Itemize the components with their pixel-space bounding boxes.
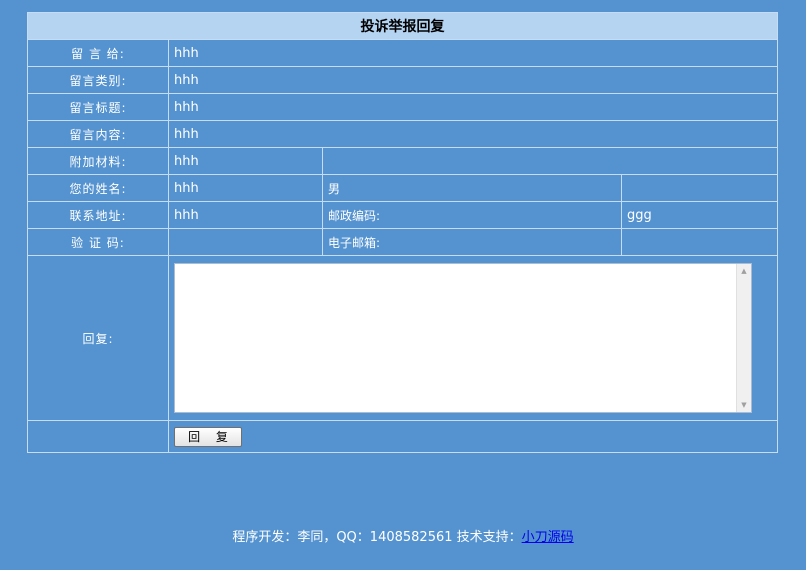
recipient-label: 留 言 给: bbox=[27, 39, 169, 67]
complaint-reply-form: 投诉举报回复 留 言 给: hhh 留言类别: hhh 留言标题: hhh 留言… bbox=[27, 12, 778, 453]
recipient-value: hhh bbox=[168, 39, 778, 67]
subject-value: hhh bbox=[168, 93, 778, 121]
email-label: 电子邮箱: bbox=[322, 228, 622, 256]
reply-submit-button[interactable]: 回 复 bbox=[174, 426, 242, 447]
reply-textarea-frame: ▲ ▼ bbox=[174, 263, 752, 413]
reply-input-cell: ▲ ▼ bbox=[168, 255, 778, 421]
scroll-up-arrow-icon[interactable]: ▲ bbox=[737, 264, 751, 278]
gender-value: 男 bbox=[322, 174, 622, 202]
button-row-spacer bbox=[27, 420, 169, 453]
content-label: 留言内容: bbox=[27, 120, 169, 148]
content-value: hhh bbox=[168, 120, 778, 148]
category-label: 留言类别: bbox=[27, 66, 169, 94]
reply-scrollbar[interactable]: ▲ ▼ bbox=[736, 264, 751, 412]
address-label: 联系地址: bbox=[27, 201, 169, 229]
captcha-label: 验 证 码: bbox=[27, 228, 169, 256]
scroll-down-arrow-icon[interactable]: ▼ bbox=[737, 398, 751, 412]
address-value: hhh bbox=[168, 201, 323, 229]
attachment-label: 附加材料: bbox=[27, 147, 169, 175]
form-title: 投诉举报回复 bbox=[27, 12, 778, 40]
name-extra-cell bbox=[621, 174, 778, 202]
support-link[interactable]: 小刀源码 bbox=[522, 530, 574, 545]
name-label: 您的姓名: bbox=[27, 174, 169, 202]
category-value: hhh bbox=[168, 66, 778, 94]
footer: 程序开发：李同，QQ：1408582561 技术支持：小刀源码 bbox=[0, 526, 806, 545]
attachment-extra-cell bbox=[322, 147, 778, 175]
name-value: hhh bbox=[168, 174, 323, 202]
email-value bbox=[621, 228, 778, 256]
subject-label: 留言标题: bbox=[27, 93, 169, 121]
captcha-value bbox=[168, 228, 323, 256]
reply-textarea[interactable] bbox=[175, 264, 738, 412]
postcode-value: ggg bbox=[621, 201, 778, 229]
attachment-value: hhh bbox=[168, 147, 323, 175]
button-cell: 回 复 bbox=[168, 420, 778, 453]
footer-credits: 程序开发：李同，QQ：1408582561 技术支持： bbox=[232, 530, 522, 545]
postcode-label: 邮政编码: bbox=[322, 201, 622, 229]
reply-label: 回复: bbox=[27, 255, 169, 421]
